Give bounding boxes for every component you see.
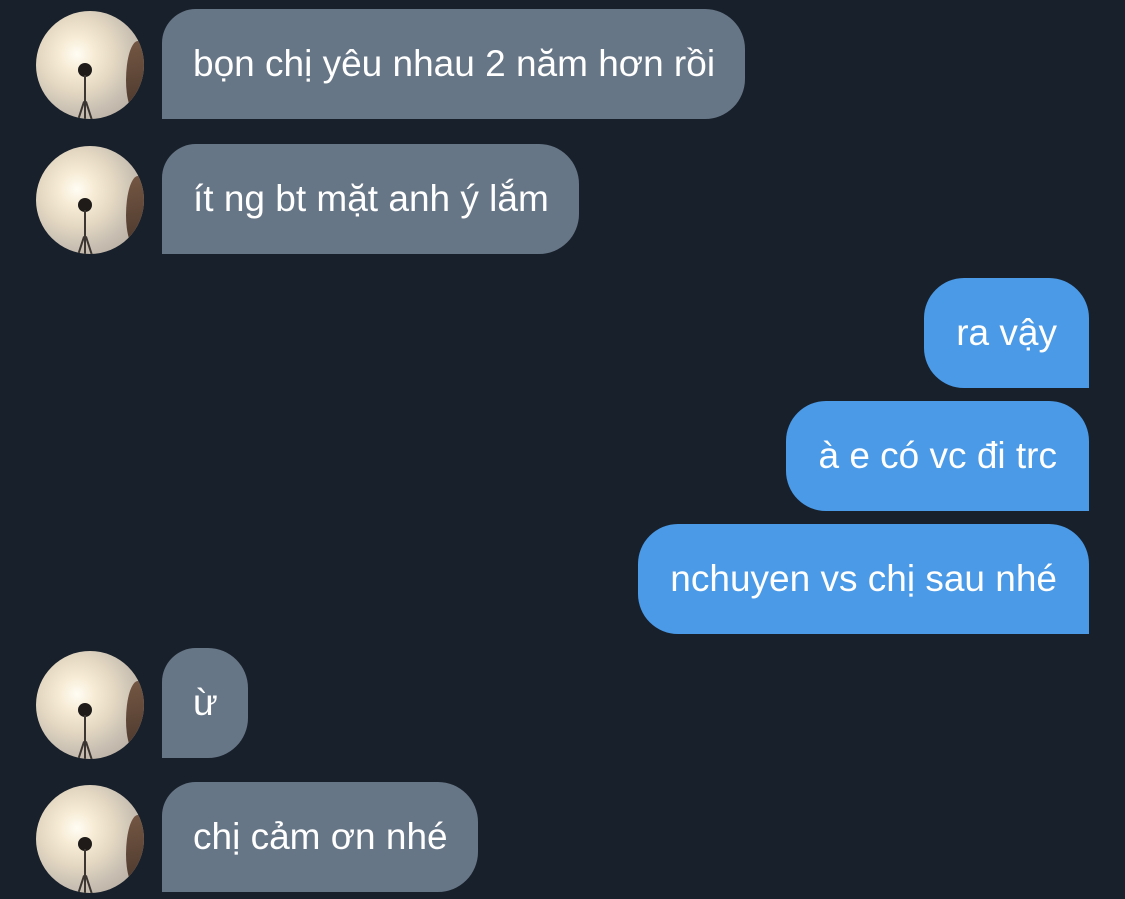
avatar-lamp-pole <box>84 715 86 759</box>
avatar-lamp-leg <box>84 875 94 893</box>
contact-avatar[interactable] <box>36 11 144 119</box>
avatar-lamp-leg <box>84 101 94 119</box>
avatar-lamp-leg <box>84 236 94 254</box>
avatar-hair <box>126 176 144 248</box>
avatar-lamp-pole <box>84 75 86 119</box>
avatar-hair <box>126 815 144 887</box>
avatar-hair <box>126 41 144 113</box>
contact-avatar[interactable] <box>36 651 144 759</box>
received-message-bubble[interactable]: ừ <box>162 648 248 758</box>
contact-avatar[interactable] <box>36 785 144 893</box>
received-message-bubble[interactable]: bọn chị yêu nhau 2 năm hơn rồi <box>162 9 746 119</box>
received-message-bubble[interactable]: ít ng bt mặt anh ý lắm <box>162 144 579 254</box>
sent-message-bubble[interactable]: à e có vc đi trc <box>786 401 1089 511</box>
avatar-lamp-pole <box>84 210 86 254</box>
avatar-lamp-leg <box>84 741 94 759</box>
avatar-hair <box>126 681 144 753</box>
received-message-bubble[interactable]: chị cảm ơn nhé <box>162 782 478 892</box>
avatar-lamp-pole <box>84 849 86 893</box>
message-thread: bọn chị yêu nhau 2 năm hơn rồi ít ng bt … <box>0 0 1125 899</box>
sent-message-bubble[interactable]: nchuyen vs chị sau nhé <box>638 524 1089 634</box>
contact-avatar[interactable] <box>36 146 144 254</box>
sent-message-bubble[interactable]: ra vậy <box>924 278 1089 388</box>
